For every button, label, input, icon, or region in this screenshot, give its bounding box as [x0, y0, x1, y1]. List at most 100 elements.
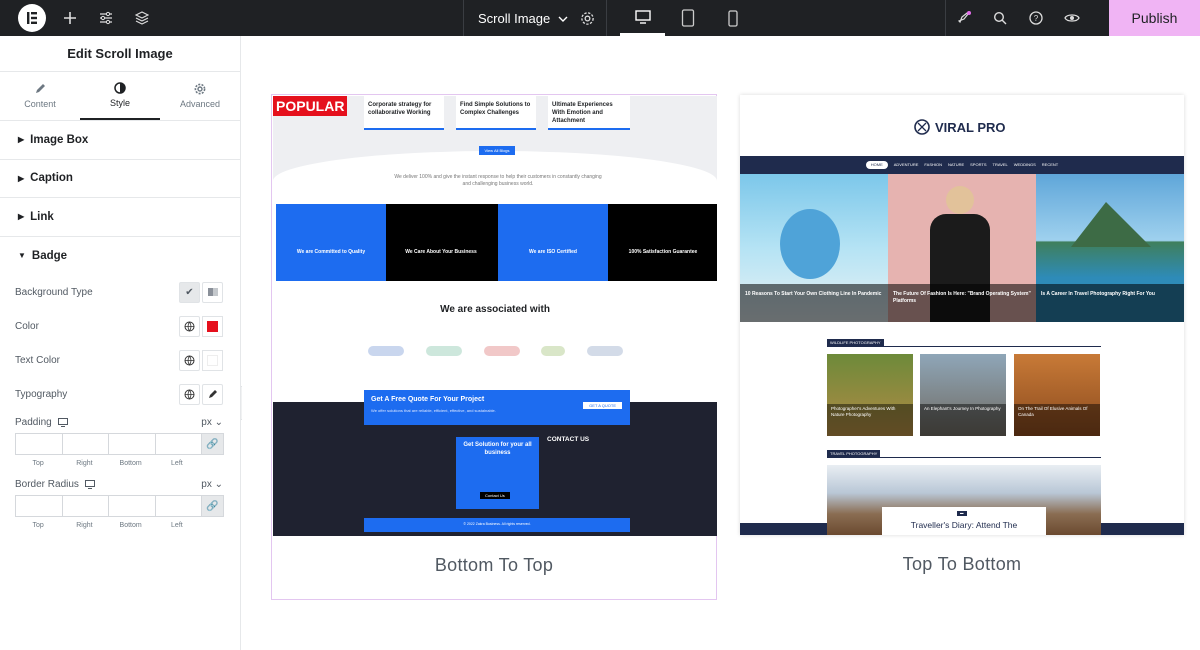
padding-bottom-input[interactable]	[108, 433, 156, 455]
elementor-logo-icon[interactable]	[18, 4, 46, 32]
search-icon[interactable]	[982, 0, 1018, 36]
radius-right-input[interactable]	[61, 495, 109, 517]
tab-advanced[interactable]: Advanced	[160, 72, 240, 120]
desktop-icon[interactable]	[84, 479, 95, 489]
link-icon[interactable]: 🔗	[201, 495, 224, 517]
dim-label-bottom: Bottom	[119, 459, 142, 467]
tab-label: Content	[24, 99, 56, 109]
tagline-text: We deliver 100% and give the instant res…	[394, 174, 602, 187]
hero-image-fashion[interactable]: The Future Of Fashion Is Here: "Brand Op…	[888, 174, 1036, 322]
unit-selector[interactable]: px ⌄	[201, 417, 223, 428]
tab-content[interactable]: Content	[0, 72, 80, 120]
scroll-image-card-2[interactable]: VIRAL PRO HOME ADVENTURE FASHION NATURE …	[739, 94, 1185, 600]
pencil-icon[interactable]	[202, 383, 223, 405]
typography-control: Typography	[0, 377, 240, 411]
nav-item[interactable]: HOME	[865, 161, 888, 169]
feature-box: 100% Satisfaction Guarantee	[608, 204, 717, 281]
section-badge[interactable]: ▼ Badge	[0, 237, 240, 276]
plus-icon[interactable]	[52, 0, 88, 36]
help-icon[interactable]: ?	[1018, 0, 1054, 36]
document-title: Scroll Image	[478, 10, 551, 26]
gear-icon[interactable]	[569, 0, 605, 36]
nav-item[interactable]: FASHION	[924, 162, 942, 167]
padding-right-input[interactable]	[61, 433, 109, 455]
unit-selector[interactable]: px ⌄	[201, 479, 223, 490]
caret-right-icon: ▶	[18, 212, 25, 222]
eye-icon[interactable]	[1054, 0, 1090, 36]
caret-right-icon: ▶	[18, 173, 25, 183]
associated-heading: We are associated with	[440, 304, 550, 315]
blog-card[interactable]: Ultimate Experiences With Emotion and At…	[548, 96, 630, 130]
gear-icon	[194, 83, 206, 95]
layers-icon[interactable]	[124, 0, 160, 36]
feature-box: We are Committed to Quality	[276, 204, 386, 281]
solution-box: Get Solution for your all business Conta…	[456, 437, 539, 509]
thumb-elephant[interactable]: An Elephant's Journey In Photography	[920, 354, 1006, 436]
globe-icon[interactable]	[179, 315, 200, 337]
partner-logo	[541, 346, 566, 356]
nav-item[interactable]: RECENT	[1042, 162, 1058, 167]
section-label: Image Box	[30, 133, 89, 146]
radius-bottom-input[interactable]	[108, 495, 156, 517]
dim-label-left: Left	[171, 459, 183, 467]
thumb-antelope[interactable]: On The Trail Of Elusive Animals Of Canad…	[1014, 354, 1100, 436]
gradient-icon[interactable]	[202, 281, 223, 303]
section-image-box[interactable]: ▶ Image Box	[0, 121, 240, 160]
section-label: Caption	[30, 172, 73, 185]
section-label: Link	[30, 210, 54, 223]
nav-item[interactable]: TRAVEL	[993, 162, 1008, 167]
site-logo: VIRAL PRO	[914, 119, 1006, 135]
globe-icon[interactable]	[179, 383, 200, 405]
nav-item[interactable]: WEDDINGS	[1014, 162, 1036, 167]
tablet-icon[interactable]	[665, 0, 710, 36]
padding-left-input[interactable]	[154, 433, 202, 455]
feature-image-canyon[interactable]: ▬ Traveller's Diary: Attend The	[827, 465, 1101, 535]
desktop-icon[interactable]	[57, 417, 68, 427]
control-label: Padding	[15, 416, 52, 428]
blog-card[interactable]: Find Simple Solutions to Complex Challen…	[456, 96, 536, 130]
section-link[interactable]: ▶ Link	[0, 198, 240, 237]
background-type-control: Background Type ✔	[0, 275, 240, 309]
nav-item[interactable]: NATURE	[948, 162, 964, 167]
contact-us-button[interactable]: Contact Us	[480, 492, 510, 500]
svg-text:?: ?	[1034, 14, 1039, 23]
control-label: Text Color	[15, 354, 61, 366]
link-icon[interactable]: 🔗	[201, 433, 224, 455]
contact-heading: CONTACT US	[547, 436, 590, 443]
tab-style[interactable]: Style	[80, 72, 160, 120]
card-caption: Bottom To Top	[434, 555, 554, 575]
padding-top-input[interactable]	[15, 433, 63, 455]
nav-item[interactable]: SPORTS	[970, 162, 986, 167]
control-label: Background Type	[15, 286, 93, 298]
brush-icon[interactable]: ✔	[179, 281, 200, 303]
control-label: Color	[15, 320, 39, 332]
mobile-icon[interactable]	[710, 0, 755, 36]
dim-label-top: Top	[32, 459, 44, 467]
text-color-control: Text Color	[0, 343, 240, 377]
radius-left-input[interactable]	[154, 495, 202, 517]
tab-label: Style	[109, 98, 130, 108]
color-swatch[interactable]	[202, 315, 223, 337]
section-caption[interactable]: ▶ Caption	[0, 160, 240, 198]
control-label: Typography	[15, 388, 68, 400]
radius-top-input[interactable]	[15, 495, 63, 517]
sliders-icon[interactable]	[88, 0, 124, 36]
caret-right-icon: ▶	[18, 135, 25, 145]
get-quote-button[interactable]: GET A QUOTE	[583, 402, 622, 410]
hero-image-island[interactable]: Is A Career In Travel Photography Right …	[1036, 174, 1184, 322]
partner-logo	[483, 346, 520, 356]
scroll-image-preview: VIRAL PRO HOME ADVENTURE FASHION NATURE …	[740, 95, 1184, 535]
globe-icon[interactable]	[179, 349, 200, 371]
scroll-image-card-1[interactable]: POPULAR Corporate strategy for collabora…	[271, 94, 717, 600]
nav-item[interactable]: ADVENTURE	[894, 162, 919, 167]
publish-button[interactable]: Publish	[1109, 0, 1200, 36]
blog-card[interactable]: Corporate strategy for collaborative Wor…	[364, 96, 444, 130]
thumb-lion[interactable]: Photographer's Adventures With Nature Ph…	[827, 354, 913, 436]
desktop-icon[interactable]	[620, 0, 665, 36]
caret-down-icon: ▼	[18, 251, 26, 261]
view-blogs-button[interactable]: View All Blogs	[479, 146, 515, 155]
hero-image-beach[interactable]: 10 Reasons To Start Your Own Clothing Li…	[740, 174, 888, 322]
rocket-icon[interactable]	[946, 0, 982, 36]
dim-label-top: Top	[32, 521, 44, 529]
text-color-swatch[interactable]	[202, 349, 223, 371]
